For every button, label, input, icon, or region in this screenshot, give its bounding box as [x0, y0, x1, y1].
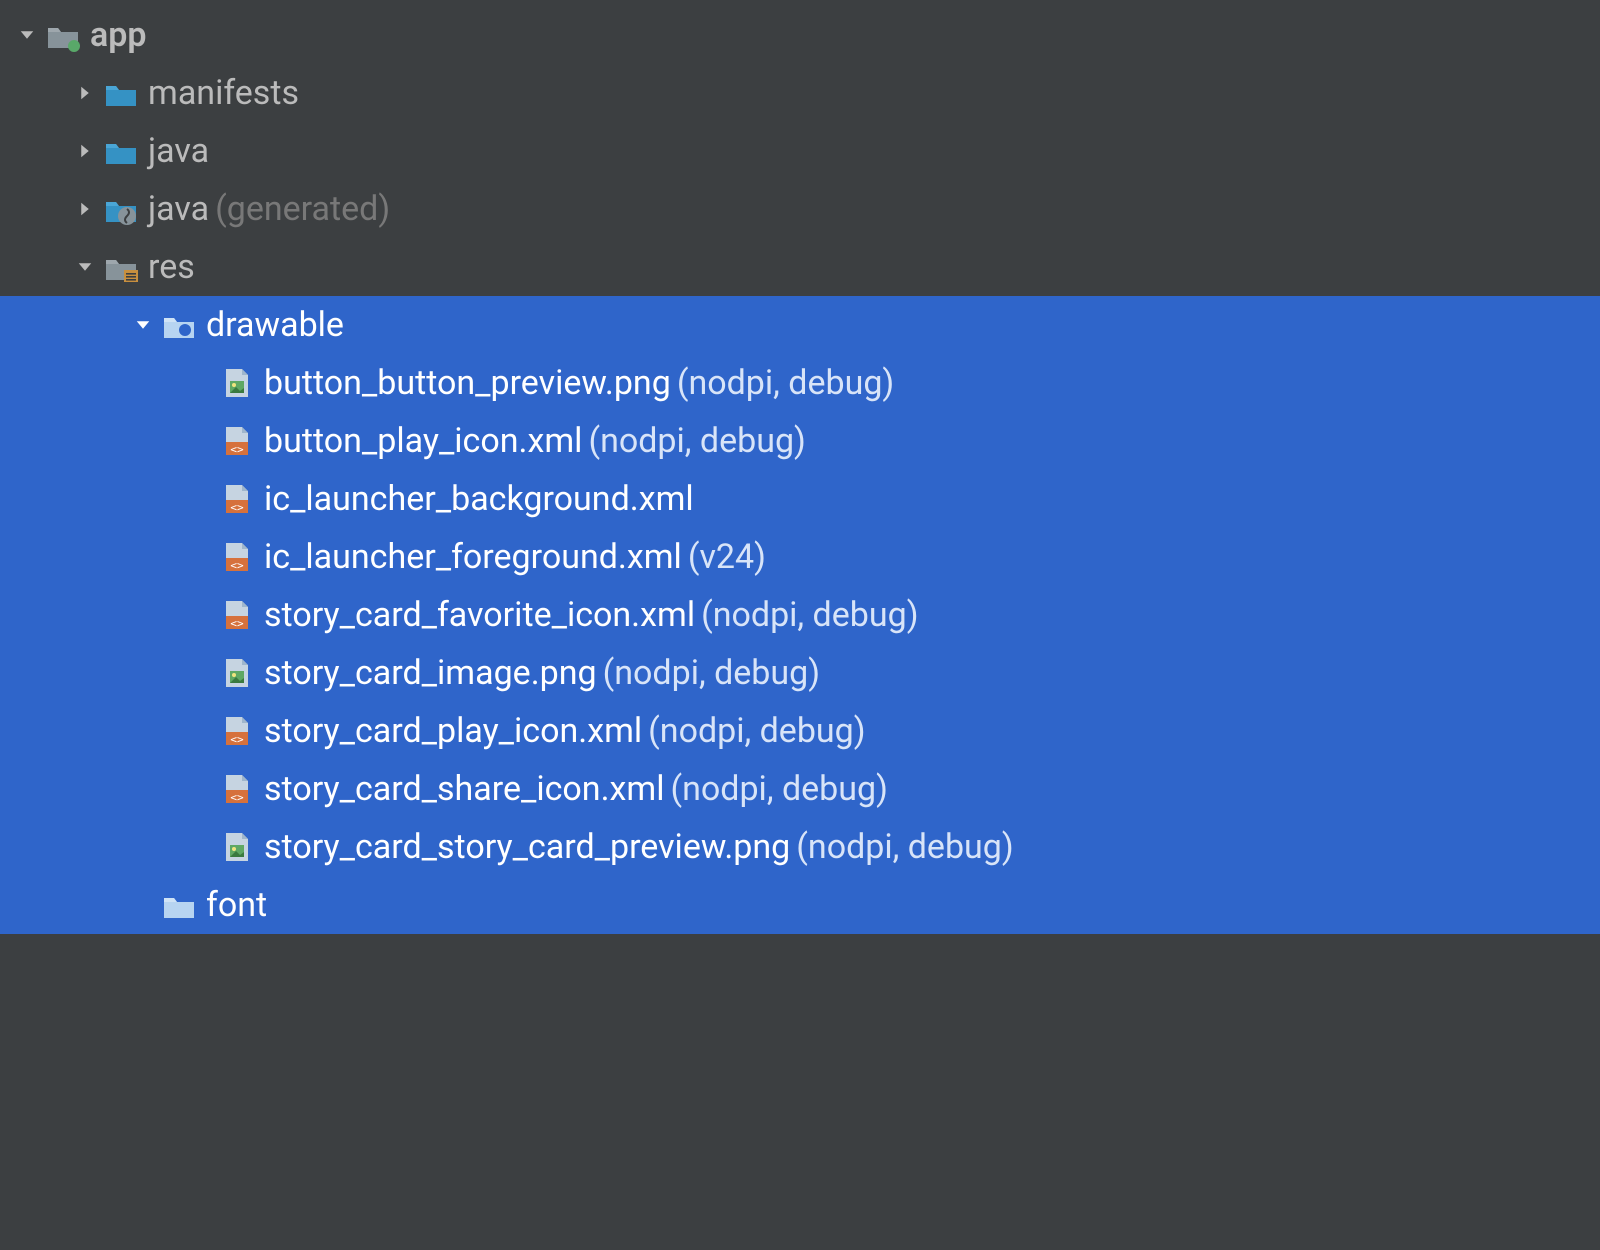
tree-item-qualifier: (nodpi, debug): [670, 769, 887, 809]
tree-item-label: story_card_play_icon.xml: [264, 711, 642, 751]
project-tree[interactable]: app manifests java: [0, 0, 1600, 934]
tree-item-java[interactable]: java: [0, 122, 1600, 180]
tree-item-file[interactable]: story_card_image.png (nodpi, debug): [0, 644, 1600, 702]
folder-icon: [104, 134, 138, 168]
chevron-placeholder: [184, 598, 218, 632]
xml-file-icon: <>: [220, 482, 254, 516]
tree-item-qualifier: (nodpi, debug): [603, 653, 820, 693]
tree-item-label: story_card_story_card_preview.png: [264, 827, 790, 867]
tree-item-qualifier: (nodpi, debug): [588, 421, 805, 461]
chevron-right-icon[interactable]: [68, 134, 102, 168]
tree-item-label: button_play_icon.xml: [264, 421, 582, 461]
svg-text:<>: <>: [230, 559, 244, 572]
chevron-down-icon[interactable]: [10, 18, 44, 52]
svg-text:<>: <>: [230, 791, 244, 804]
chevron-right-icon[interactable]: [68, 76, 102, 110]
tree-item-file[interactable]: button_button_preview.png (nodpi, debug): [0, 354, 1600, 412]
tree-item-label: manifests: [148, 73, 299, 113]
xml-file-icon: <>: [220, 424, 254, 458]
svg-text:<>: <>: [230, 501, 244, 514]
chevron-placeholder: [184, 714, 218, 748]
tree-item-manifests[interactable]: manifests: [0, 64, 1600, 122]
image-file-icon: [220, 656, 254, 690]
chevron-placeholder: [126, 888, 160, 922]
xml-file-icon: <>: [220, 540, 254, 574]
tree-item-qualifier: (generated): [215, 189, 390, 229]
tree-item-file[interactable]: <> story_card_favorite_icon.xml (nodpi, …: [0, 586, 1600, 644]
tree-item-file[interactable]: <> ic_launcher_foreground.xml (v24): [0, 528, 1600, 586]
tree-item-file[interactable]: story_card_story_card_preview.png (nodpi…: [0, 818, 1600, 876]
tree-item-drawable[interactable]: drawable: [0, 296, 1600, 354]
tree-item-file[interactable]: <> story_card_share_icon.xml (nodpi, deb…: [0, 760, 1600, 818]
tree-item-label: java: [148, 131, 209, 171]
module-folder-icon: [46, 18, 80, 52]
tree-item-app[interactable]: app: [0, 6, 1600, 64]
chevron-placeholder: [184, 830, 218, 864]
image-file-icon: [220, 366, 254, 400]
chevron-placeholder: [184, 482, 218, 516]
tree-item-label: java: [148, 189, 209, 229]
svg-text:<>: <>: [230, 617, 244, 630]
tree-item-label: ic_launcher_background.xml: [264, 479, 694, 519]
chevron-placeholder: [184, 656, 218, 690]
chevron-down-icon[interactable]: [126, 308, 160, 342]
svg-text:<>: <>: [230, 733, 244, 746]
tree-item-label: story_card_favorite_icon.xml: [264, 595, 695, 635]
folder-icon: [162, 888, 196, 922]
tree-item-qualifier: (nodpi, debug): [701, 595, 918, 635]
drawable-folder-icon: [162, 308, 196, 342]
tree-item-file[interactable]: <> button_play_icon.xml (nodpi, debug): [0, 412, 1600, 470]
tree-item-label: story_card_share_icon.xml: [264, 769, 664, 809]
image-file-icon: [220, 830, 254, 864]
tree-item-font[interactable]: font: [0, 876, 1600, 934]
chevron-right-icon[interactable]: [68, 192, 102, 226]
tree-item-label: font: [206, 885, 267, 925]
resource-folder-icon: [104, 250, 138, 284]
tree-item-file[interactable]: <> story_card_play_icon.xml (nodpi, debu…: [0, 702, 1600, 760]
chevron-placeholder: [184, 424, 218, 458]
xml-file-icon: <>: [220, 598, 254, 632]
chevron-placeholder: [184, 366, 218, 400]
tree-item-qualifier: (nodpi, debug): [677, 363, 894, 403]
svg-text:<>: <>: [230, 443, 244, 456]
tree-item-label: story_card_image.png: [264, 653, 597, 693]
tree-item-label: drawable: [206, 305, 344, 345]
tree-item-label: app: [90, 15, 147, 55]
tree-item-qualifier: (nodpi, debug): [648, 711, 865, 751]
tree-item-label: res: [148, 247, 195, 287]
tree-item-res[interactable]: res: [0, 238, 1600, 296]
xml-file-icon: <>: [220, 772, 254, 806]
chevron-down-icon[interactable]: [68, 250, 102, 284]
chevron-placeholder: [184, 772, 218, 806]
folder-icon: [104, 76, 138, 110]
tree-item-qualifier: (nodpi, debug): [796, 827, 1013, 867]
generated-folder-icon: [104, 192, 138, 226]
tree-item-label: button_button_preview.png: [264, 363, 671, 403]
tree-item-file[interactable]: <> ic_launcher_background.xml: [0, 470, 1600, 528]
tree-item-qualifier: (v24): [688, 537, 766, 577]
tree-item-java-generated[interactable]: java (generated): [0, 180, 1600, 238]
xml-file-icon: <>: [220, 714, 254, 748]
tree-item-label: ic_launcher_foreground.xml: [264, 537, 682, 577]
chevron-placeholder: [184, 540, 218, 574]
